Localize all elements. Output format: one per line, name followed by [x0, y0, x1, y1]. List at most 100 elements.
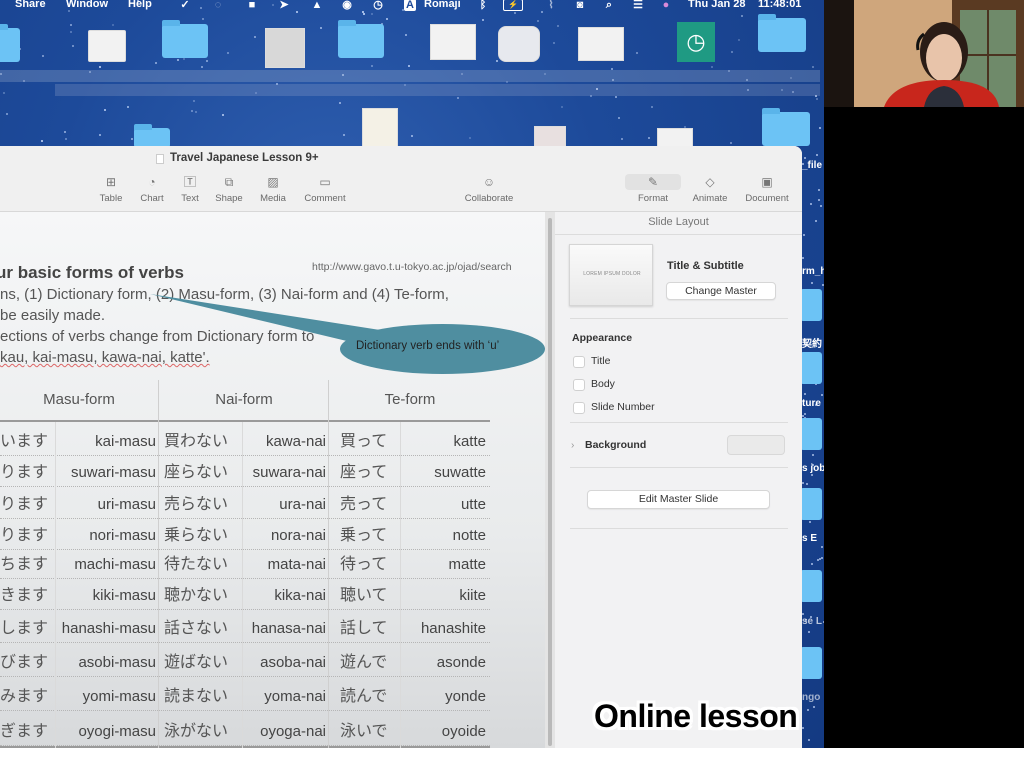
desktop-item-label[interactable]: rm_h [802, 266, 824, 277]
desktop-item-label[interactable]: 契約 [802, 335, 822, 350]
cell-masu-romaji[interactable]: hanashi-masu [56, 612, 156, 643]
cell-nai-kana[interactable]: 泳がない [164, 715, 244, 746]
document-file-icon[interactable] [88, 30, 126, 62]
toolbar-shape-button[interactable]: ⧉ Shape [211, 174, 247, 204]
arrow-bundle-icon[interactable]: ➤ [277, 0, 291, 11]
change-master-button[interactable]: Change Master [666, 282, 776, 300]
desktop-item-label[interactable]: ngo [802, 692, 820, 703]
checkbox-label[interactable]: Title [591, 355, 610, 367]
background-color-well[interactable] [727, 435, 785, 455]
cell-nai-romaji[interactable]: kawa-nai [244, 425, 326, 456]
folder-icon[interactable] [800, 289, 822, 321]
folder-icon[interactable] [800, 488, 822, 520]
cell-masu-romaji[interactable]: machi-masu [56, 548, 156, 579]
cell-te-kana[interactable]: 読んで [340, 680, 400, 711]
cell-masu-romaji[interactable]: kiki-masu [56, 579, 156, 610]
bluetooth-icon[interactable]: ᛒ [476, 0, 490, 11]
folder-icon[interactable] [338, 20, 384, 58]
cell-te-romaji[interactable]: hanashite [402, 612, 486, 643]
cell-te-kana[interactable]: 買って [340, 425, 400, 456]
spinner-icon[interactable]: ◌ [211, 0, 225, 11]
image-file-icon[interactable] [430, 24, 476, 60]
time-machine-icon[interactable]: ◷ [371, 0, 385, 11]
search-icon[interactable]: ⌕ [602, 0, 616, 11]
siri-icon[interactable]: ● [659, 0, 673, 11]
cell-nai-romaji[interactable]: kika-nai [244, 579, 326, 610]
cell-masu-kana[interactable]: みます [0, 680, 54, 711]
cell-te-romaji[interactable]: asonde [402, 646, 486, 677]
title-checkbox[interactable] [573, 356, 585, 368]
cell-nai-romaji[interactable]: asoba-nai [244, 646, 326, 677]
toolbar-chart-button[interactable]: ◔ Chart [136, 174, 168, 204]
cell-nai-kana[interactable]: 待たない [164, 548, 244, 579]
desktop-item-label[interactable]: se L [802, 616, 822, 627]
toolbar-comment-button[interactable]: ▭ Comment [300, 174, 350, 204]
slide-number-checkbox[interactable] [573, 402, 585, 414]
cell-nai-romaji[interactable]: mata-nai [244, 548, 326, 579]
table-row[interactable]: します hanashi-masu 話さない hanasa-nai 話して hanashit… [0, 612, 490, 643]
cell-te-romaji[interactable]: katte [402, 425, 486, 456]
toolbar-table-button[interactable]: ⊞ Table [96, 174, 126, 204]
cell-nai-kana[interactable]: 話さない [164, 612, 244, 643]
map-file-icon[interactable] [578, 27, 624, 61]
background-label[interactable]: Background [585, 439, 646, 451]
cell-masu-kana[interactable]: ちます [0, 548, 54, 579]
folder-icon[interactable] [800, 352, 822, 384]
checkbox-label[interactable]: Slide Number [591, 401, 655, 413]
shield-check-icon[interactable]: ■ [245, 0, 259, 11]
cell-masu-romaji[interactable]: uri-masu [56, 488, 156, 519]
cell-masu-romaji[interactable]: yomi-masu [56, 680, 156, 711]
toolbar-document-button[interactable]: ▣ Document [741, 174, 793, 204]
table-row[interactable]: ります suwari-masu 座らない suwara-nai 座って suwatte [0, 456, 490, 487]
cell-te-romaji[interactable]: kiite [402, 579, 486, 610]
cell-masu-kana[interactable]: います [0, 425, 54, 456]
table-row[interactable]: ります uri-masu 売らない ura-nai 売って utte [0, 488, 490, 519]
cell-nai-kana[interactable]: 座らない [164, 456, 244, 487]
cell-nai-kana[interactable]: 聴かない [164, 579, 244, 610]
cell-te-romaji[interactable]: utte [402, 488, 486, 519]
cell-te-kana[interactable]: 泳いで [340, 715, 400, 746]
folder-icon[interactable] [800, 647, 822, 679]
cell-masu-kana[interactable]: びます [0, 646, 54, 677]
control-center-icon[interactable]: ☰ [631, 0, 645, 11]
body-checkbox[interactable] [573, 379, 585, 391]
toolbar-text-button[interactable]: 🅃 Text [177, 174, 203, 204]
document-proxy-icon[interactable] [156, 154, 164, 164]
table-row[interactable]: ります nori-masu 乗らない nora-nai 乗って notte [0, 519, 490, 550]
menu-window[interactable]: Window [66, 0, 108, 10]
cell-masu-romaji[interactable]: oyogi-masu [56, 715, 156, 746]
cell-te-kana[interactable]: 売って [340, 488, 400, 519]
cell-te-kana[interactable]: 話して [340, 612, 400, 643]
cell-nai-romaji[interactable]: yoma-nai [244, 680, 326, 711]
master-thumbnail[interactable]: LOREM IPSUM DOLOR [569, 244, 653, 306]
cell-masu-kana[interactable]: ります [0, 456, 54, 487]
desktop-item-label[interactable]: ture [802, 398, 821, 409]
cell-masu-kana[interactable]: ります [0, 488, 54, 519]
cell-te-romaji[interactable]: matte [402, 548, 486, 579]
folder-icon[interactable] [800, 418, 822, 450]
table-row[interactable]: ちます machi-masu 待たない mata-nai 待って matte [0, 548, 490, 579]
cell-nai-kana[interactable]: 遊ばない [164, 646, 244, 677]
cell-nai-romaji[interactable]: suwara-nai [244, 456, 326, 487]
cell-nai-kana[interactable]: 乗らない [164, 519, 244, 550]
toolbar-collaborate-button[interactable]: ☺ Collaborate [460, 174, 518, 204]
cell-te-romaji[interactable]: suwatte [402, 456, 486, 487]
table-row[interactable]: みます yomi-masu 読まない yoma-nai 読んで yonde [0, 680, 490, 711]
menu-time[interactable]: 11:48:01 [758, 0, 801, 10]
battery-icon[interactable]: ⚡ [503, 0, 523, 11]
splitter-handle[interactable] [548, 218, 552, 746]
menu-help[interactable]: Help [128, 0, 152, 10]
drive-icon[interactable] [265, 28, 305, 68]
vlc-cone-icon[interactable]: ▲ [310, 0, 324, 11]
cell-nai-romaji[interactable]: hanasa-nai [244, 612, 326, 643]
pane-splitter[interactable] [545, 212, 555, 748]
cell-masu-kana[interactable]: きます [0, 579, 54, 610]
table-row[interactable]: きます kiki-masu 聴かない kika-nai 聴いて kiite [0, 579, 490, 610]
cell-nai-kana[interactable]: 買わない [164, 425, 244, 456]
folder-icon[interactable] [134, 124, 170, 148]
cell-nai-romaji[interactable]: oyoga-nai [244, 715, 326, 746]
table-row[interactable]: います kai-masu 買わない kawa-nai 買って katte [0, 425, 490, 456]
toolbar-animate-button[interactable]: ◇ Animate [688, 174, 732, 204]
desktop-item-label[interactable]: _file [802, 160, 822, 171]
participant-video[interactable] [824, 0, 1024, 107]
